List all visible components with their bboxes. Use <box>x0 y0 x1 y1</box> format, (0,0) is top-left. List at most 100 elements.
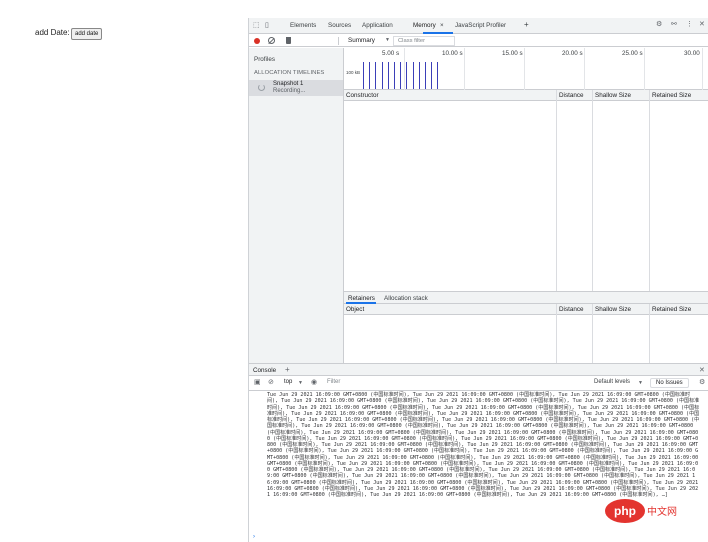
timeline-gridline <box>524 48 525 90</box>
add-date-button[interactable]: add date <box>71 28 103 40</box>
chevron-down-icon[interactable]: ▼ <box>385 37 390 43</box>
timeline-gridline <box>584 48 585 90</box>
console-filter-input[interactable]: Filter <box>327 379 340 385</box>
column-distance[interactable]: Distance <box>559 92 584 99</box>
column-divider <box>592 90 593 291</box>
log-levels-select[interactable]: Default levels <box>594 379 630 385</box>
sidebar-toggle-icon[interactable]: ▣ <box>254 379 261 387</box>
context-select[interactable]: top <box>284 379 292 385</box>
allocation-bar[interactable] <box>400 62 402 89</box>
toolbar-divider <box>338 37 339 45</box>
allocation-bar[interactable] <box>431 62 433 89</box>
allocation-bar[interactable] <box>375 62 377 89</box>
class-filter-input[interactable]: Class filter <box>393 36 455 46</box>
timeline-tick-label: 5.00 s <box>382 50 400 57</box>
retainers-table-header: Object Distance Shallow Size Retained Si… <box>344 304 708 315</box>
timeline-gridline <box>404 48 405 90</box>
loading-spinner-icon <box>258 84 265 91</box>
memory-toolbar: Summary ▼ Class filter <box>249 35 708 47</box>
column-constructor[interactable]: Constructor <box>346 92 379 99</box>
timeline-gridline <box>702 48 703 90</box>
tab-javascript-profiler[interactable]: JavaScript Profiler <box>455 22 506 29</box>
allocation-bar[interactable] <box>412 62 414 89</box>
chevron-down-icon[interactable]: ▼ <box>298 380 303 386</box>
tab-allocation-stack[interactable]: Allocation stack <box>384 295 428 302</box>
timeline-tick-label: 15.00 s <box>502 50 523 57</box>
timeline-tick-label: 30.00 <box>684 50 700 57</box>
size-label: 100 kB <box>346 70 361 75</box>
constructor-table-header: Constructor Distance Shallow Size Retain… <box>344 90 708 101</box>
timeline-gridline <box>464 48 465 90</box>
retainers-tabbar: Retainers Allocation stack <box>344 291 708 304</box>
add-tab-icon[interactable]: + <box>524 20 529 29</box>
devtools-tabbar: ⬚ ▯ Elements Sources Application Memory … <box>249 18 708 34</box>
timeline-tick-label: 20.00 s <box>562 50 583 57</box>
profiles-sidebar: Profiles ALLOCATION TIMELINES Snapshot 1… <box>249 48 344 370</box>
watermark-text: php <box>614 504 636 518</box>
profiles-heading: Profiles <box>254 56 275 63</box>
issues-button[interactable]: No Issues <box>650 378 689 388</box>
active-tab-indicator <box>423 32 453 34</box>
column-divider <box>556 90 557 291</box>
tab-sources[interactable]: Sources <box>328 22 351 29</box>
timeline-tick-label: 25.00 s <box>622 50 643 57</box>
allocation-bar[interactable] <box>437 62 439 89</box>
close-tab-icon[interactable]: × <box>440 22 444 29</box>
inspect-element-icon[interactable]: ⬚ <box>253 22 260 30</box>
clear-icon[interactable] <box>268 37 275 44</box>
chevron-down-icon[interactable]: ▼ <box>638 380 643 386</box>
close-devtools-icon[interactable]: ✕ <box>699 21 705 29</box>
clear-console-icon[interactable]: ⊘ <box>268 379 274 387</box>
snapshot-item[interactable]: Snapshot 1 Recording... <box>249 80 343 96</box>
php-cn-watermark-logo: php 中文网 <box>605 499 677 523</box>
record-icon[interactable] <box>254 38 260 44</box>
column-retained-size[interactable]: Retained Size <box>652 92 691 99</box>
device-toolbar-icon[interactable]: ▯ <box>265 22 269 30</box>
timeline-gridline <box>644 48 645 90</box>
allocation-timeline[interactable]: 100 kB 5.00 s 10.00 s 15.00 s 20.00 s 25.00 … <box>344 48 708 90</box>
collect-garbage-icon[interactable] <box>286 37 291 44</box>
view-select[interactable]: Summary <box>348 37 375 44</box>
console-prompt[interactable]: › <box>253 534 255 540</box>
tab-elements[interactable]: Elements <box>290 22 316 29</box>
close-drawer-icon[interactable]: ✕ <box>699 366 705 374</box>
column-retained-size[interactable]: Retained Size <box>652 306 691 313</box>
column-divider <box>592 304 593 363</box>
column-divider <box>556 304 557 363</box>
console-drawer-tabbar: Console + ✕ <box>249 363 708 376</box>
console-log-message: Tue Jun 29 2021 16:09:00 GMT+0800 (中国标准时… <box>267 392 702 498</box>
allocation-bar[interactable] <box>425 62 426 89</box>
customize-icon[interactable]: ⚯ <box>671 21 677 29</box>
allocation-bar[interactable] <box>381 62 383 89</box>
console-toolbar: ▣ ⊘ top ▼ ◉ Filter Default levels ▼ No I… <box>249 376 708 391</box>
column-divider <box>649 304 650 363</box>
column-divider <box>649 90 650 291</box>
allocation-bar[interactable] <box>394 62 395 89</box>
devtools-panel: ⬚ ▯ Elements Sources Application Memory … <box>248 18 708 542</box>
allocation-bar[interactable] <box>387 62 389 89</box>
add-drawer-tab-icon[interactable]: + <box>285 365 290 374</box>
add-date-label: add Date: <box>35 28 70 37</box>
snapshot-name: Snapshot 1 <box>273 81 304 87</box>
eye-icon[interactable]: ◉ <box>311 379 317 387</box>
tab-retainers[interactable]: Retainers <box>348 295 375 302</box>
more-menu-icon[interactable]: ⋮ <box>686 21 693 29</box>
timeline-tick-label: 10.00 s <box>442 50 463 57</box>
watermark-suffix: 中文网 <box>647 505 677 518</box>
console-settings-gear-icon[interactable]: ⚙ <box>699 379 705 387</box>
allocation-timelines-heading: ALLOCATION TIMELINES <box>254 70 325 76</box>
column-shallow-size[interactable]: Shallow Size <box>595 92 631 99</box>
tab-console[interactable]: Console <box>253 367 276 374</box>
tab-memory[interactable]: Memory <box>413 22 436 29</box>
column-object[interactable]: Object <box>346 306 364 313</box>
allocation-bar[interactable] <box>406 62 408 89</box>
allocation-bar[interactable] <box>363 62 364 89</box>
tab-application[interactable]: Application <box>362 22 393 29</box>
allocation-bar[interactable] <box>369 62 371 89</box>
page-content: add Date: add date <box>0 0 248 542</box>
settings-gear-icon[interactable]: ⚙ <box>656 21 662 29</box>
allocation-bar[interactable] <box>418 62 420 89</box>
column-distance[interactable]: Distance <box>559 306 584 313</box>
column-shallow-size[interactable]: Shallow Size <box>595 306 631 313</box>
snapshot-status: Recording... <box>273 88 306 94</box>
